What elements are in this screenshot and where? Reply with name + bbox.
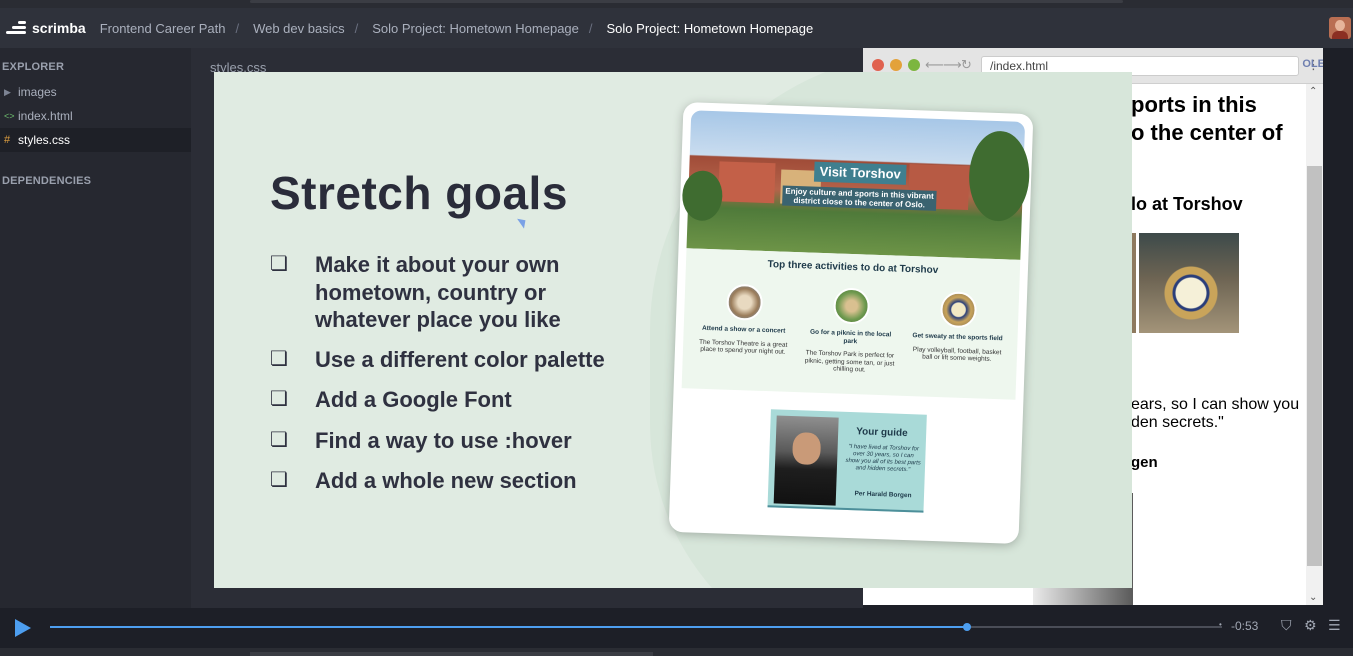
preview-hero-line-1: ports in this	[1131, 92, 1257, 117]
preview-subheading: lo at Torshov	[1131, 194, 1243, 214]
activity-heading: Go for a piknic in the local park	[809, 328, 892, 345]
explorer-title: EXPLORER	[2, 61, 65, 73]
sidebar-item-styles-css[interactable]: # styles.css	[0, 128, 191, 152]
scrollbar-thumb[interactable]	[1307, 166, 1322, 566]
bookmark-icon[interactable]: ⛉	[1281, 617, 1292, 634]
mockup-hero-subtitle: Enjoy culture and sports in this vibrant…	[782, 185, 937, 211]
building-shape	[718, 161, 776, 204]
mockup-hero: Visit Torshov Enjoy culture and sports i…	[681, 110, 1031, 260]
folder-arrow-icon: ▶	[4, 86, 11, 97]
activity-text: The Torshov Theatre is a great place to …	[698, 338, 788, 356]
guide-photo	[773, 415, 839, 506]
tree-shape	[967, 130, 1031, 223]
progress-track[interactable]	[50, 623, 1222, 631]
activity-heading: Attend a show or a concert	[701, 324, 786, 335]
brand-name: scrimba	[32, 20, 86, 36]
sidebar-item-label: images	[18, 85, 57, 99]
mockup-guide-card: Your guide "I have lived at Torshov for …	[767, 409, 927, 513]
mockup-activity: Get sweaty at the sports field Play voll…	[909, 290, 1007, 364]
top-strip	[0, 0, 1353, 8]
goal-item: ❏ Add a whole new section	[270, 467, 635, 495]
play-icon[interactable]	[15, 619, 31, 637]
forward-icon[interactable]: ⟶	[943, 57, 962, 73]
sidebar-item-label: styles.css	[18, 133, 71, 147]
user-avatar[interactable]	[1329, 17, 1351, 39]
breadcrumb-separator: /	[235, 20, 240, 36]
mockup-activities-title: Top three activities to do at Torshov	[767, 259, 939, 277]
goal-item: ❏ Add a Google Font	[270, 386, 635, 414]
sidebar-item-label: index.html	[18, 109, 73, 123]
goal-item: ❏ Make it about your own hometown, count…	[270, 251, 635, 334]
checkbox-icon: ❏	[270, 348, 288, 370]
website-mockup: Visit Torshov Enjoy culture and sports i…	[668, 102, 1034, 544]
time-remaining: -0:53	[1231, 619, 1259, 633]
explorer-sidebar: EXPLORER ▶ images <> index.html # styles…	[0, 48, 191, 608]
breadcrumb-separator: /	[588, 20, 593, 36]
reload-icon[interactable]: ↻	[961, 57, 972, 73]
settings-gear-icon[interactable]: ⚙	[1304, 617, 1317, 634]
guide-heading: Your guide	[856, 426, 908, 440]
top-pill	[250, 0, 1123, 3]
lesson-slide: Stretch goals ❏ Make it about your own h…	[214, 72, 1132, 588]
activity-heading: Get sweaty at the sports field	[912, 332, 1003, 343]
html-file-icon: <>	[4, 111, 15, 121]
scrimba-logo-icon	[4, 20, 26, 36]
mockup-hero-title: Visit Torshov	[813, 161, 907, 185]
guide-name: Per Harald Borgen	[854, 490, 912, 500]
goal-text: Make it about your own hometown, country…	[315, 252, 561, 332]
maximize-dot-icon	[908, 59, 920, 71]
progress-handle[interactable]	[962, 623, 971, 631]
minimize-dot-icon	[890, 59, 902, 71]
breadcrumb-separator: /	[354, 20, 359, 36]
preview-scrollbar[interactable]: ⌃ ⌄	[1306, 84, 1323, 605]
checkbox-icon: ❏	[270, 469, 288, 491]
tree-shape	[681, 170, 724, 222]
track-end-dot-icon: •	[1219, 620, 1222, 629]
breadcrumb-solo-project[interactable]: Solo Project: Hometown Homepage	[372, 21, 579, 36]
menu-icon[interactable]: ☰	[1328, 617, 1341, 634]
preview-paragraph-line-2: den secrets."	[1131, 414, 1224, 431]
checkbox-icon: ❏	[270, 253, 288, 275]
goal-text: Find a way to use :hover	[315, 428, 572, 453]
breadcrumb-web-dev-basics[interactable]: Web dev basics	[253, 21, 345, 36]
guide-quote: "I have lived at Torshov for over 30 yea…	[845, 443, 921, 474]
back-icon[interactable]: ⟵	[925, 57, 944, 73]
progress-fill	[50, 626, 967, 628]
park-image	[832, 287, 871, 325]
scrimba-logo[interactable]: scrimba	[4, 20, 86, 36]
goal-text: Use a different color palette	[315, 347, 605, 372]
sidebar-item-images[interactable]: ▶ images	[0, 80, 191, 104]
goal-text: Add a whole new section	[315, 468, 577, 493]
preview-volleyball-image	[1139, 233, 1239, 333]
slide-title: Stretch goals	[270, 167, 568, 219]
video-player-bar: • -0:53 ⛉ ⚙ ☰	[0, 608, 1353, 648]
scroll-down-icon[interactable]: ⌄	[1309, 592, 1317, 603]
header-bar: scrimba Frontend Career Path / Web dev b…	[0, 8, 1353, 48]
goal-item: ❏ Use a different color palette	[270, 346, 635, 374]
mockup-activities: Top three activities to do at Torshov At…	[681, 248, 1021, 400]
dependencies-title[interactable]: DEPENDENCIES	[2, 175, 91, 187]
css-file-icon: #	[4, 134, 11, 146]
theatre-image	[726, 283, 764, 321]
console-button[interactable]: OLE	[1302, 58, 1323, 70]
sidebar-item-index-html[interactable]: <> index.html	[0, 104, 191, 128]
scroll-up-icon[interactable]: ⌃	[1309, 86, 1317, 97]
checkbox-icon: ❏	[270, 429, 288, 451]
mockup-activity: Go for a piknic in the local park The To…	[801, 286, 900, 375]
bottom-strip	[0, 648, 1353, 656]
activity-text: Play volleyball, football, basket ball o…	[912, 345, 1002, 363]
goal-text: Add a Google Font	[315, 387, 512, 412]
bottom-pill	[250, 652, 653, 656]
checkbox-icon: ❏	[270, 388, 288, 410]
preview-paragraph-line-1: ears, so I can show you	[1131, 396, 1300, 413]
breadcrumb-frontend-career-path[interactable]: Frontend Career Path	[100, 21, 226, 36]
mockup-activity: Attend a show or a concert The Torshov T…	[695, 283, 793, 357]
volleyball-image	[939, 291, 978, 329]
breadcrumb-current: Solo Project: Hometown Homepage	[606, 20, 814, 36]
close-dot-icon	[872, 59, 884, 71]
preview-guide-name: gen	[1131, 454, 1158, 471]
goal-item: ❏ Find a way to use :hover	[270, 427, 635, 455]
activity-text: The Torshov Park is perfect for piknic, …	[804, 349, 895, 374]
preview-hero-line-2: o the center of	[1131, 120, 1283, 145]
